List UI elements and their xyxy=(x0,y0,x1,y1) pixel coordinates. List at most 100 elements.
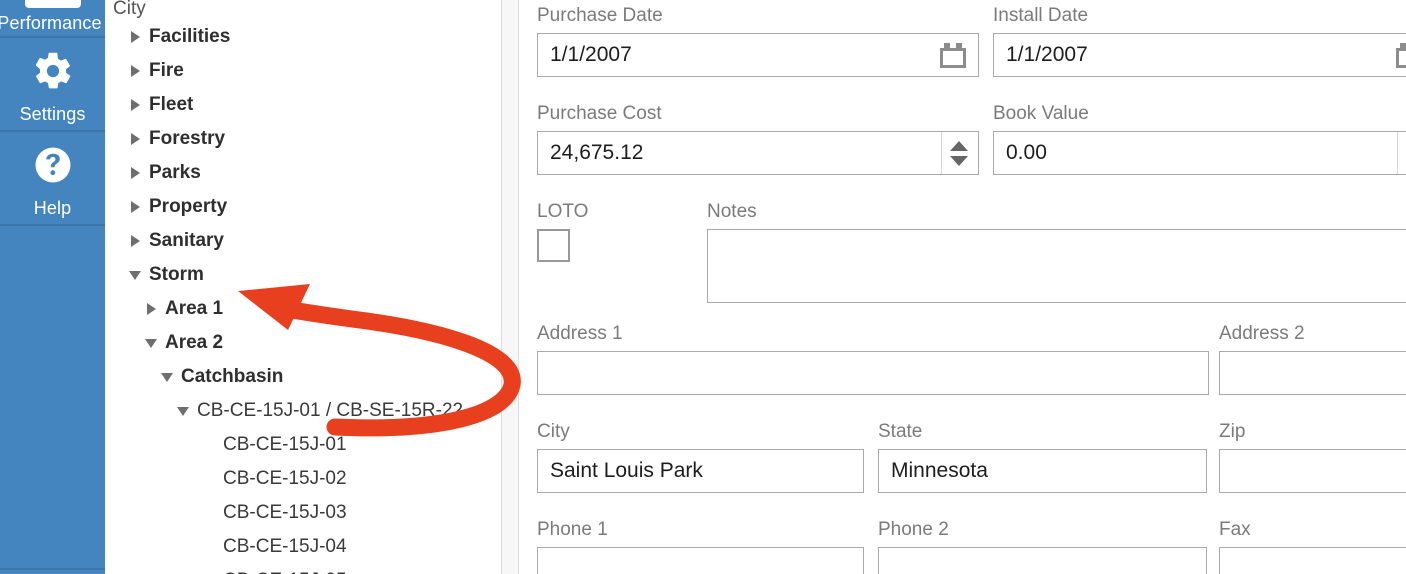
field-city-label: City xyxy=(537,421,570,442)
purchase-cost-value: 24,675.12 xyxy=(550,141,644,164)
tree-node-sanitary[interactable]: Sanitary xyxy=(105,224,501,258)
field-notes: Notes xyxy=(707,201,1406,303)
tree-node-city[interactable]: City xyxy=(105,0,501,20)
field-zip: Zip xyxy=(1219,421,1406,493)
field-address-2: Address 2 xyxy=(1219,323,1406,395)
chevron-right-icon[interactable] xyxy=(127,54,143,88)
notes-textarea[interactable] xyxy=(707,229,1406,303)
state-value: Minnesota xyxy=(891,459,988,482)
tree-node-cb-ce-15j-05-label: CB-CE-15J-05 xyxy=(223,570,347,574)
purchase-date-input[interactable]: 1/1/2007 xyxy=(537,33,979,77)
book-value-input[interactable]: 0.00 xyxy=(993,131,1406,175)
chevron-down-icon[interactable] xyxy=(175,394,191,428)
purchase-date-value: 1/1/2007 xyxy=(550,43,632,66)
tree-node-property[interactable]: Property xyxy=(105,190,501,224)
nav-item-performance-label: Performance xyxy=(0,13,102,33)
spinner-arrows-icon[interactable] xyxy=(1397,132,1406,174)
chevron-right-icon[interactable] xyxy=(127,122,143,156)
gear-icon xyxy=(32,50,74,97)
tree-node-facilities[interactable]: Facilities xyxy=(105,20,501,54)
field-city: City Saint Louis Park xyxy=(537,421,864,493)
tree-node-cb-ce-15j-01-label: CB-CE-15J-01 xyxy=(223,434,347,455)
field-zip-label: Zip xyxy=(1219,421,1246,442)
field-state-label: State xyxy=(878,421,923,442)
question-circle-icon xyxy=(32,144,74,191)
nav-item-help[interactable]: Help xyxy=(0,132,105,226)
calendar-icon[interactable] xyxy=(1396,42,1406,68)
nav-rail-empty-area xyxy=(0,226,105,570)
phone-1-input[interactable] xyxy=(537,547,864,574)
calendar-icon[interactable] xyxy=(940,42,966,68)
field-address-2-label: Address 2 xyxy=(1219,323,1305,344)
panel-splitter[interactable] xyxy=(501,0,519,574)
fax-input[interactable] xyxy=(1219,547,1406,574)
tree-node-cb-ce-15j-03[interactable]: CB-CE-15J-03 xyxy=(105,496,501,530)
loto-checkbox[interactable] xyxy=(537,229,570,262)
field-purchase-date-label: Purchase Date xyxy=(537,5,663,26)
tree-node-area-2-label: Area 2 xyxy=(165,332,224,353)
tree-node-catchbasin-label: Catchbasin xyxy=(181,366,284,387)
chevron-right-icon[interactable] xyxy=(127,224,143,258)
chevron-right-icon[interactable] xyxy=(127,156,143,190)
chevron-down-icon[interactable] xyxy=(159,360,175,394)
asset-tree-panel[interactable]: City Facilities Fire Fleet Forestry Park xyxy=(105,0,501,574)
app-window: Performance Settings Help City Facilitie… xyxy=(0,0,1406,574)
tree-node-catchbasin[interactable]: Catchbasin xyxy=(105,360,501,394)
field-phone-1: Phone 1 xyxy=(537,519,864,574)
field-fax-label: Fax xyxy=(1219,519,1251,540)
book-value-value: 0.00 xyxy=(1006,141,1047,164)
address-1-input[interactable] xyxy=(537,351,1209,395)
tree-node-cb-ce-15j-04-label: CB-CE-15J-04 xyxy=(223,536,347,557)
zip-input[interactable] xyxy=(1219,449,1406,493)
tree-node-property-label: Property xyxy=(149,196,228,217)
tree-node-cb-ce-15j-02[interactable]: CB-CE-15J-02 xyxy=(105,462,501,496)
tree-node-parks[interactable]: Parks xyxy=(105,156,501,190)
tree-node-forestry-label: Forestry xyxy=(149,128,226,149)
field-phone-2-label: Phone 2 xyxy=(878,519,949,540)
tree-node-storm[interactable]: Storm xyxy=(105,258,501,292)
tree-node-cb-ce-15j-01[interactable]: CB-CE-15J-01 xyxy=(105,428,501,462)
nav-item-performance[interactable]: Performance xyxy=(0,0,105,38)
tree-node-forestry[interactable]: Forestry xyxy=(105,122,501,156)
tree-node-fire[interactable]: Fire xyxy=(105,54,501,88)
field-book-value: Book Value 0.00 xyxy=(993,103,1406,175)
field-address-1: Address 1 xyxy=(537,323,1209,395)
chevron-right-icon[interactable] xyxy=(143,292,159,326)
spinner-arrows-icon[interactable] xyxy=(941,132,976,174)
field-install-date: Install Date 1/1/2007 xyxy=(993,5,1406,77)
tree-node-area-1[interactable]: Area 1 xyxy=(105,292,501,326)
state-input[interactable]: Minnesota xyxy=(878,449,1207,493)
field-purchase-cost: Purchase Cost 24,675.12 xyxy=(537,103,979,175)
asset-tree: City Facilities Fire Fleet Forestry Park xyxy=(105,0,501,574)
city-input[interactable]: Saint Louis Park xyxy=(537,449,864,493)
tree-node-fire-label: Fire xyxy=(149,60,184,81)
spinner-down-icon xyxy=(950,155,968,166)
field-install-date-label: Install Date xyxy=(993,5,1089,26)
chevron-right-icon[interactable] xyxy=(127,88,143,122)
chevron-down-icon[interactable] xyxy=(127,258,143,292)
field-loto: LOTO xyxy=(537,201,687,262)
phone-2-input[interactable] xyxy=(878,547,1207,574)
field-book-value-label: Book Value xyxy=(993,103,1089,124)
address-2-input[interactable] xyxy=(1219,351,1406,395)
tree-node-cb-group[interactable]: CB-CE-15J-01 / CB-SE-15R-22 xyxy=(105,394,501,428)
chevron-down-icon[interactable] xyxy=(143,326,159,360)
chevron-right-icon[interactable] xyxy=(127,20,143,54)
tree-node-cb-ce-15j-02-label: CB-CE-15J-02 xyxy=(223,468,347,489)
tree-node-area-2[interactable]: Area 2 xyxy=(105,326,501,360)
nav-item-settings[interactable]: Settings xyxy=(0,38,105,132)
tree-node-fleet-label: Fleet xyxy=(149,94,194,115)
field-fax: Fax xyxy=(1219,519,1406,574)
left-nav-rail: Performance Settings Help xyxy=(0,0,105,574)
tree-node-cb-ce-15j-04[interactable]: CB-CE-15J-04 xyxy=(105,530,501,564)
asset-detail-form: Purchase Date 1/1/2007 Install Date 1/1/… xyxy=(519,0,1406,574)
field-state: State Minnesota xyxy=(878,421,1207,493)
install-date-input[interactable]: 1/1/2007 xyxy=(993,33,1406,77)
purchase-cost-input[interactable]: 24,675.12 xyxy=(537,131,979,175)
tree-node-fleet[interactable]: Fleet xyxy=(105,88,501,122)
chevron-right-icon[interactable] xyxy=(127,190,143,224)
field-purchase-cost-label: Purchase Cost xyxy=(537,103,662,124)
tree-node-cb-ce-15j-05[interactable]: CB-CE-15J-05 xyxy=(105,564,501,574)
field-phone-2: Phone 2 xyxy=(878,519,1207,574)
tree-node-city-label: City xyxy=(113,0,146,19)
